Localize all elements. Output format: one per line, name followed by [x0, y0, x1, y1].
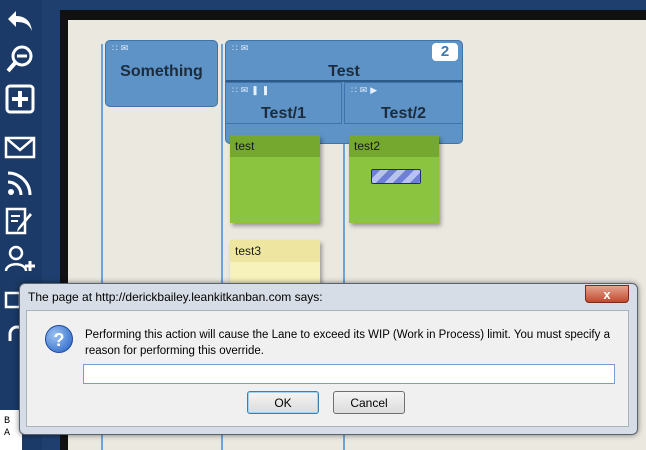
card-progress-bar [371, 169, 421, 184]
add-card-icon[interactable] [2, 82, 38, 116]
dialog-message: Performing this action will cause the La… [85, 329, 610, 357]
cancel-button[interactable]: Cancel [333, 391, 405, 414]
email-icon[interactable] [2, 130, 38, 164]
lane-icons: ∷✉❚❚ [232, 85, 273, 95]
dialog-title: The page at http://derickbailey.leankitk… [28, 290, 323, 304]
lane-icons: ∷✉ [112, 43, 132, 53]
card-title: test2 [349, 135, 439, 157]
close-button[interactable]: x [585, 285, 629, 303]
edit-icon[interactable] [2, 204, 38, 238]
wip-limit-badge: 2 [432, 43, 458, 61]
rss-icon[interactable] [2, 166, 38, 200]
lane-icons: ∷✉ [232, 43, 252, 53]
card-test[interactable]: test [230, 135, 320, 223]
dialog-body: ? Performing this action will cause the … [26, 310, 629, 427]
confirm-dialog: The page at http://derickbailey.leankitk… [19, 283, 638, 435]
lane-header-test-2[interactable]: ∷✉▶ Test/2 [344, 82, 463, 124]
lane-title: Test/2 [380, 105, 427, 122]
question-icon: ? [45, 325, 73, 353]
lane-icons: ∷✉▶ [351, 85, 381, 95]
add-user-icon[interactable] [2, 242, 38, 276]
lane-title: Test [328, 63, 360, 80]
ok-button[interactable]: OK [247, 391, 319, 414]
card-title: test3 [230, 240, 320, 262]
lane-header-test-1[interactable]: ∷✉❚❚ Test/1 [225, 82, 342, 124]
lane-title: Test/1 [260, 105, 307, 122]
zoom-out-icon[interactable] [2, 42, 38, 76]
lane-title: Something [120, 63, 203, 80]
undo-icon[interactable] [2, 4, 38, 38]
card-title: test [230, 135, 320, 157]
lane-header-something[interactable]: ∷✉ Something [105, 40, 218, 107]
override-reason-input[interactable] [83, 364, 615, 384]
card-test2[interactable]: test2 [349, 135, 439, 223]
